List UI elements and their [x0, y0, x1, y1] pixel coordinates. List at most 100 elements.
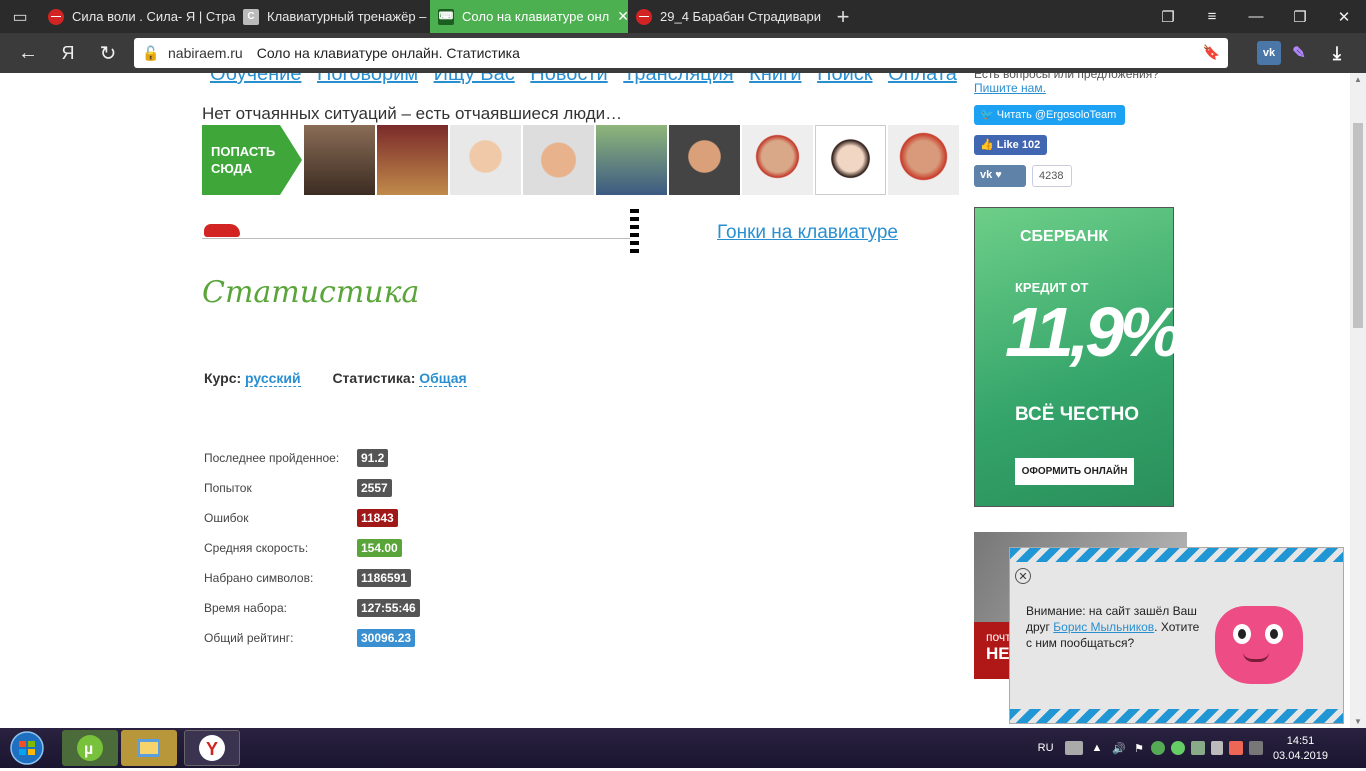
utorrent-icon[interactable]: µ: [62, 730, 118, 766]
window-controls: ❐ ≡ — ❐ ✕: [1146, 0, 1366, 33]
vk-icon: vk ♥: [980, 169, 1002, 181]
popup-close-icon[interactable]: ✕: [1015, 568, 1031, 584]
stat-value: 154.00: [357, 539, 402, 557]
stat-row: Ошибок 11843: [204, 503, 420, 533]
user-photo[interactable]: [377, 125, 448, 195]
menu-obuchenie[interactable]: Обучение: [210, 73, 301, 85]
system-tray: RU ▲ 🔊 ⚑: [1038, 728, 1266, 768]
svg-text:µ: µ: [84, 741, 93, 758]
vk-like-button[interactable]: vk ♥: [974, 165, 1026, 187]
windows-taskbar: µ Y RU ▲ 🔊 ⚑ 14:51 03.04.2019: [0, 728, 1366, 768]
tabs-panel-icon[interactable]: ▭: [0, 0, 40, 33]
menu-poisk[interactable]: Поиск: [817, 73, 872, 85]
stat-value: 1186591: [357, 569, 412, 587]
stat-label: Последнее пройденное:: [204, 451, 340, 465]
minimize-icon[interactable]: —: [1234, 0, 1278, 33]
scroll-down-icon[interactable]: ▼: [1354, 717, 1362, 726]
stat-label: Средняя скорость:: [204, 541, 309, 555]
page-scrollbar[interactable]: ▲ ▼: [1350, 73, 1366, 728]
vk-like-count: 4238: [1032, 165, 1072, 187]
new-tab-button[interactable]: +: [823, 0, 863, 33]
volume-icon[interactable]: 🔊: [1112, 742, 1126, 755]
stop-icon: —: [48, 8, 64, 25]
yandex-logo[interactable]: Я: [48, 33, 88, 73]
bookmarks-icon[interactable]: ❐: [1146, 0, 1190, 33]
tab-title: 29_4 Барабан Страдивари: [660, 9, 822, 24]
stat-row: Набрано символов: 1186591: [204, 563, 420, 593]
download-icon[interactable]: ⤓: [1325, 41, 1349, 65]
flag-icon[interactable]: ⚑: [1134, 742, 1144, 755]
stat-label: Попыток: [204, 481, 252, 495]
user-photo[interactable]: [450, 125, 521, 195]
course-select[interactable]: русский: [245, 370, 301, 387]
feather-extension-icon[interactable]: ✎: [1287, 41, 1311, 65]
user-photo[interactable]: [596, 125, 667, 195]
stat-row: Общий рейтинг: 30096.23: [204, 623, 420, 653]
user-photo[interactable]: [304, 125, 375, 195]
facebook-label: Like 102: [996, 139, 1041, 151]
ad-rate: 11,9%: [1005, 293, 1182, 371]
address-bar-row: ← Я ↻ 🔓 nabiraem.ru Соло на клавиатуре о…: [0, 33, 1366, 73]
tab-title: Сила воли . Сила- Я | Стра: [72, 9, 235, 24]
bookmark-icon[interactable]: 🔖: [1203, 44, 1220, 61]
explorer-icon[interactable]: [121, 730, 177, 766]
stat-type-select[interactable]: Общая: [419, 370, 467, 387]
stat-label: Время набора:: [204, 601, 287, 615]
menu-pogovorim[interactable]: Поговорим: [317, 73, 418, 85]
language-indicator[interactable]: RU: [1038, 742, 1054, 754]
menu-oplata[interactable]: Оплата: [888, 73, 957, 85]
scroll-thumb[interactable]: [1353, 123, 1363, 328]
user-photo[interactable]: [523, 125, 594, 195]
tab-sila-voli[interactable]: — Сила воли . Сила- Я | Стра: [40, 0, 235, 33]
tools-icon[interactable]: [1229, 741, 1243, 755]
menu-knigi[interactable]: Книги: [749, 73, 801, 85]
network-tray-icon[interactable]: [1171, 741, 1185, 755]
back-icon[interactable]: ←: [8, 33, 48, 73]
menu-novosti[interactable]: Новости: [530, 73, 607, 85]
page-title: Статистика: [202, 275, 420, 310]
menu-translyatsiya[interactable]: Трансляция: [623, 73, 733, 85]
stat-value: 11843: [357, 509, 398, 527]
vk-extension-icon[interactable]: vk: [1257, 41, 1281, 65]
url-field[interactable]: 🔓 nabiraem.ru Соло на клавиатуре онлайн.…: [134, 38, 1228, 68]
yandex-browser-icon[interactable]: Y: [184, 730, 240, 766]
clock[interactable]: 14:51 03.04.2019: [1273, 734, 1328, 764]
enter-button[interactable]: ПОПАСТЬ СЮДА: [202, 125, 280, 195]
scroll-up-icon[interactable]: ▲: [1354, 75, 1362, 84]
restore-icon[interactable]: ❐: [1278, 0, 1322, 33]
tab-baraban[interactable]: — 29_4 Барабан Страдивари: [628, 0, 823, 33]
twitter-follow-button[interactable]: 🐦 Читать @ErgosoloTeam: [974, 105, 1125, 125]
races-link[interactable]: Гонки на клавиатуре: [717, 222, 898, 244]
svg-text:Y: Y: [206, 739, 218, 759]
menu-icon[interactable]: ≡: [1190, 0, 1234, 33]
tab-title: Клавиатурный тренажёр –: [267, 9, 427, 24]
reload-icon[interactable]: ↻: [88, 33, 128, 73]
ad-order-button[interactable]: ОФОРМИТЬ ОНЛАЙН: [1015, 458, 1134, 485]
feedback-question: Есть вопросы или предложения?: [974, 73, 1159, 81]
stats-table: Последнее пройденное: 91.2 Попыток 2557 …: [204, 443, 420, 653]
write-us-link[interactable]: Пишите нам.: [974, 81, 1046, 95]
stat-label: Ошибок: [204, 511, 249, 525]
lock-icon[interactable]: 🔓: [134, 45, 168, 62]
keyboard-icon[interactable]: [1064, 741, 1083, 755]
user-photo[interactable]: [815, 125, 886, 195]
site-menu: Обучение Поговорим Ищу Вас Новости Транс…: [210, 73, 967, 86]
monitor-icon[interactable]: [1249, 741, 1263, 755]
start-button[interactable]: [4, 730, 50, 766]
user-photo[interactable]: [888, 125, 959, 195]
facebook-like-button[interactable]: 👍 Like 102: [974, 135, 1047, 155]
user-photo[interactable]: [742, 125, 813, 195]
clock-time: 14:51: [1286, 735, 1315, 747]
tab-solo-active[interactable]: ⌨ Соло на клавиатуре онл ✕: [430, 0, 628, 33]
friend-link[interactable]: Борис Мыльников: [1053, 620, 1154, 634]
utorrent-tray-icon[interactable]: [1151, 741, 1165, 755]
close-tab-icon[interactable]: ✕: [617, 8, 628, 25]
menu-ishchu-vas[interactable]: Ищу Вас: [434, 73, 515, 85]
user-photo[interactable]: [669, 125, 740, 195]
close-window-icon[interactable]: ✕: [1322, 0, 1366, 33]
show-hidden-icon[interactable]: ▲: [1092, 742, 1103, 754]
device-icon[interactable]: [1211, 741, 1223, 755]
sberbank-ad[interactable]: СБЕРБАНК КРЕДИТ ОТ 11,9% ВСЁ ЧЕСТНО ОФОР…: [974, 207, 1182, 507]
tab-klaviaturny[interactable]: C Клавиатурный тренажёр –: [235, 0, 430, 33]
shield-icon[interactable]: [1191, 741, 1205, 755]
